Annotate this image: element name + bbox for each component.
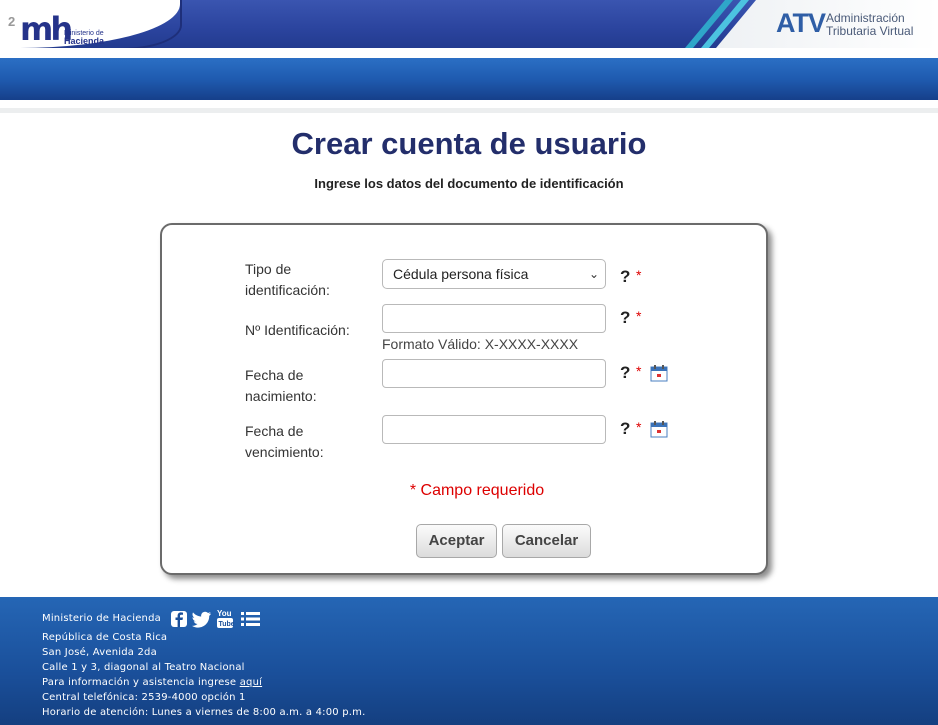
atv-logo[interactable]: ATV	[776, 8, 826, 39]
fecha-vencimiento-input[interactable]	[382, 415, 606, 444]
atv-line2: Tributaria Virtual	[826, 24, 914, 38]
chevron-down-icon: ⌄	[588, 267, 599, 281]
page-subtitle: Ingrese los datos del documento de ident…	[314, 176, 624, 191]
required-icon: *	[636, 363, 642, 379]
help-icon[interactable]: ?	[620, 308, 630, 328]
footer-address2: Calle 1 y 3, diagonal al Teatro Nacional	[42, 662, 245, 673]
footer-phone: Central telefónica: 2539-4000 opción 1	[42, 692, 246, 703]
logo-line2: Hacienda	[64, 36, 105, 46]
twitter-icon[interactable]	[192, 610, 212, 628]
required-note: * Campo requerido	[409, 482, 545, 499]
page-title: Crear cuenta de usuario	[291, 126, 647, 161]
footer-country: República de Costa Rica	[42, 632, 168, 643]
identificacion-input[interactable]	[382, 304, 606, 333]
footer-info-link[interactable]: aquí	[240, 677, 262, 688]
identificacion-label: Nº Identificación:	[245, 322, 350, 338]
help-icon[interactable]: ?	[620, 267, 630, 287]
footer-org: Ministerio de Hacienda	[42, 613, 161, 624]
calendar-icon[interactable]	[650, 420, 668, 438]
required-icon: *	[636, 267, 642, 283]
footer-address1: San José, Avenida 2da	[42, 647, 157, 658]
footer-hours: Horario de atención: Lunes a viernes de …	[42, 707, 366, 718]
required-icon: *	[636, 419, 642, 435]
logo-number: 2	[8, 14, 16, 29]
nav-bar	[0, 58, 938, 100]
svg-text:Tube: Tube	[219, 621, 235, 628]
help-icon[interactable]: ?	[620, 363, 630, 383]
accept-button[interactable]: Aceptar	[416, 524, 497, 558]
footer-info-text: Para información y asistencia ingrese	[42, 677, 237, 688]
list-icon[interactable]	[240, 610, 261, 628]
cancel-button[interactable]: Cancelar	[502, 524, 591, 558]
tipo-identificacion-label: Tipo de identificación:	[245, 261, 330, 298]
youtube-icon[interactable]: You Tube	[216, 608, 234, 630]
fecha-nacimiento-input[interactable]	[382, 359, 606, 388]
format-hint: Formato Válido: X-XXXX-XXXX	[382, 336, 579, 352]
fecha-nacimiento-label: Fecha de nacimiento:	[245, 367, 317, 404]
tipo-identificacion-value: Cédula persona física	[393, 266, 529, 282]
fecha-vencimiento-label: Fecha de vencimiento:	[245, 423, 324, 460]
footer-info: Para información y asistencia ingrese aq…	[42, 677, 262, 688]
help-icon[interactable]: ?	[620, 419, 630, 439]
tipo-identificacion-select[interactable]: Cédula persona física ⌄	[382, 259, 606, 289]
calendar-icon[interactable]	[650, 364, 668, 382]
atv-line1: Administración	[826, 11, 905, 25]
svg-text:You: You	[217, 609, 232, 618]
ministerio-logo[interactable]: mh	[20, 13, 73, 45]
facebook-icon[interactable]	[170, 610, 188, 628]
required-icon: *	[636, 308, 642, 324]
divider	[0, 108, 938, 113]
